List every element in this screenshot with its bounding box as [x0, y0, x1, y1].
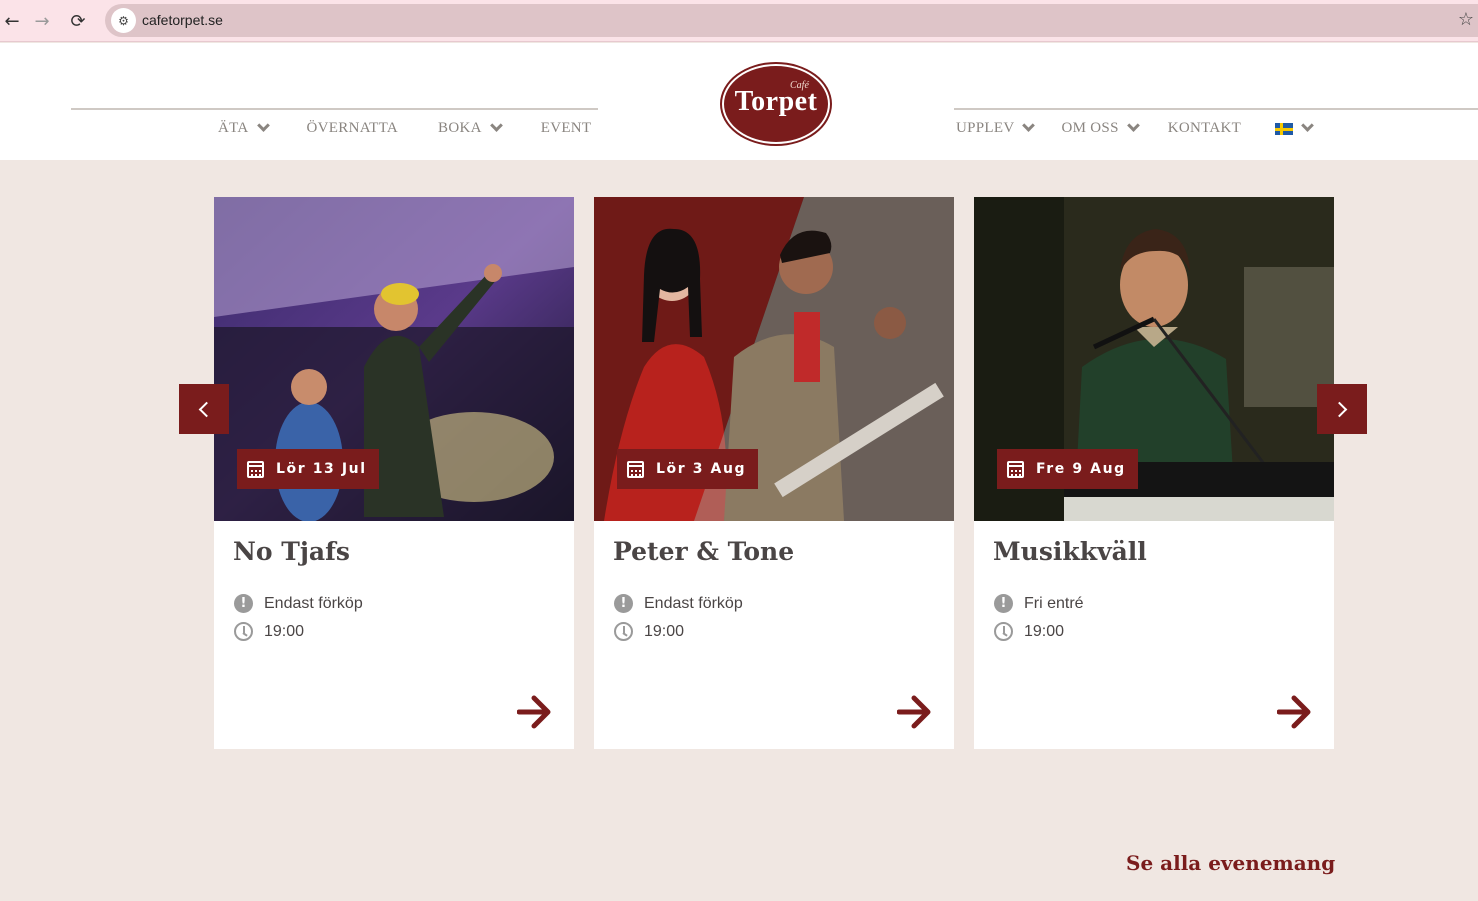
sweden-flag-icon: [1275, 122, 1294, 135]
event-note: Fri entré: [1024, 594, 1084, 612]
chevron-down-icon: [1126, 119, 1140, 132]
event-note: Endast förköp: [644, 594, 743, 612]
calendar-icon: [247, 460, 264, 478]
exclamation-icon: !: [994, 594, 1013, 613]
main-menu-left: ÄTA ÖVERNATTA BOKA EVENT: [218, 119, 592, 137]
menu-item-label: UPPLEV: [956, 120, 1015, 136]
arrow-right-icon[interactable]: [517, 695, 553, 729]
forward-arrow-icon[interactable]: →: [30, 9, 54, 33]
menu-item-label: OM OSS: [1061, 120, 1119, 136]
arrow-right-icon[interactable]: [897, 695, 933, 729]
event-date-badge: Lör 3 Aug: [617, 449, 759, 489]
event-time-row: 19:00: [614, 622, 684, 641]
event-time: 19:00: [644, 622, 685, 640]
header-divider-left: [71, 108, 598, 110]
event-time: 19:00: [1024, 622, 1065, 640]
language-selector[interactable]: [1275, 119, 1314, 135]
event-date: Lör 13 Jul: [276, 461, 367, 477]
reload-icon[interactable]: ⟳: [66, 9, 90, 33]
calendar-icon: [1007, 460, 1024, 478]
clock-icon: [234, 622, 253, 641]
cafe-torpet-logo[interactable]: Café Torpet: [722, 64, 830, 144]
slider-next-button[interactable]: [1317, 384, 1367, 434]
menu-item-om-oss[interactable]: OM OSS: [1061, 119, 1140, 137]
chevron-down-icon: [1022, 119, 1036, 132]
event-card[interactable]: Fre 9 Aug Musikkväll ! Fri entré 19:00: [974, 197, 1334, 749]
menu-item-label: KONTAKT: [1167, 120, 1242, 136]
event-time: 19:00: [264, 622, 305, 640]
event-title[interactable]: Musikkväll: [993, 537, 1147, 566]
menu-item-ata[interactable]: ÄTA: [218, 119, 270, 137]
event-date-badge: Fre 9 Aug: [997, 449, 1138, 489]
address-bar[interactable]: ⚙ cafetorpet.se ☆: [105, 4, 1478, 37]
header-divider-right: [954, 108, 1478, 110]
event-note: Endast förköp: [264, 594, 363, 612]
menu-item-boka[interactable]: BOKA: [438, 119, 503, 137]
event-date: Lör 3 Aug: [656, 461, 747, 477]
calendar-icon: [627, 460, 644, 478]
browser-toolbar: ← → ⟳ ⚙ cafetorpet.se ☆: [0, 0, 1478, 42]
logo-main-text: Torpet: [734, 86, 818, 117]
site-header: ÄTA ÖVERNATTA BOKA EVENT Café Torpet UPP…: [0, 43, 1478, 160]
menu-item-label: ÖVERNATTA: [306, 120, 399, 136]
bookmark-star-icon[interactable]: ☆: [1458, 9, 1474, 30]
event-date-badge: Lör 13 Jul: [237, 449, 379, 489]
event-date: Fre 9 Aug: [1036, 461, 1126, 477]
menu-item-label: ÄTA: [218, 120, 249, 136]
clock-icon: [614, 622, 633, 641]
clock-icon: [994, 622, 1013, 641]
slider-prev-button[interactable]: [179, 384, 229, 434]
exclamation-icon: !: [614, 594, 633, 613]
event-title[interactable]: No Tjafs: [233, 537, 350, 566]
see-all-events-link[interactable]: Se alla evenemang: [1126, 851, 1335, 875]
url-text[interactable]: cafetorpet.se: [142, 12, 223, 28]
menu-item-event[interactable]: EVENT: [541, 120, 592, 137]
event-note-row: ! Endast förköp: [614, 594, 743, 613]
event-note-row: ! Endast förköp: [234, 594, 363, 613]
event-time-row: 19:00: [234, 622, 304, 641]
menu-item-kontakt[interactable]: KONTAKT: [1168, 120, 1241, 137]
event-card[interactable]: Lör 13 Jul No Tjafs ! Endast förköp 19:0…: [214, 197, 574, 749]
menu-item-upplev[interactable]: UPPLEV: [956, 119, 1036, 137]
back-arrow-icon[interactable]: ←: [0, 9, 24, 33]
menu-item-label: BOKA: [438, 120, 482, 136]
site-info-icon[interactable]: ⚙: [111, 8, 136, 33]
chevron-down-icon: [256, 119, 270, 132]
event-title[interactable]: Peter & Tone: [613, 537, 794, 566]
chevron-left-icon: [198, 401, 215, 417]
chevron-right-icon: [1331, 401, 1348, 417]
menu-item-overnatta[interactable]: ÖVERNATTA: [307, 120, 399, 137]
exclamation-icon: !: [234, 594, 253, 613]
event-note-row: ! Fri entré: [994, 594, 1084, 613]
menu-item-label: EVENT: [540, 120, 592, 136]
event-card[interactable]: Lör 3 Aug Peter & Tone ! Endast förköp 1…: [594, 197, 954, 749]
chevron-down-icon: [1301, 119, 1314, 132]
chevron-down-icon: [489, 119, 503, 132]
event-time-row: 19:00: [994, 622, 1064, 641]
arrow-right-icon[interactable]: [1277, 695, 1313, 729]
main-menu-right: UPPLEV OM OSS KONTAKT: [956, 119, 1314, 137]
